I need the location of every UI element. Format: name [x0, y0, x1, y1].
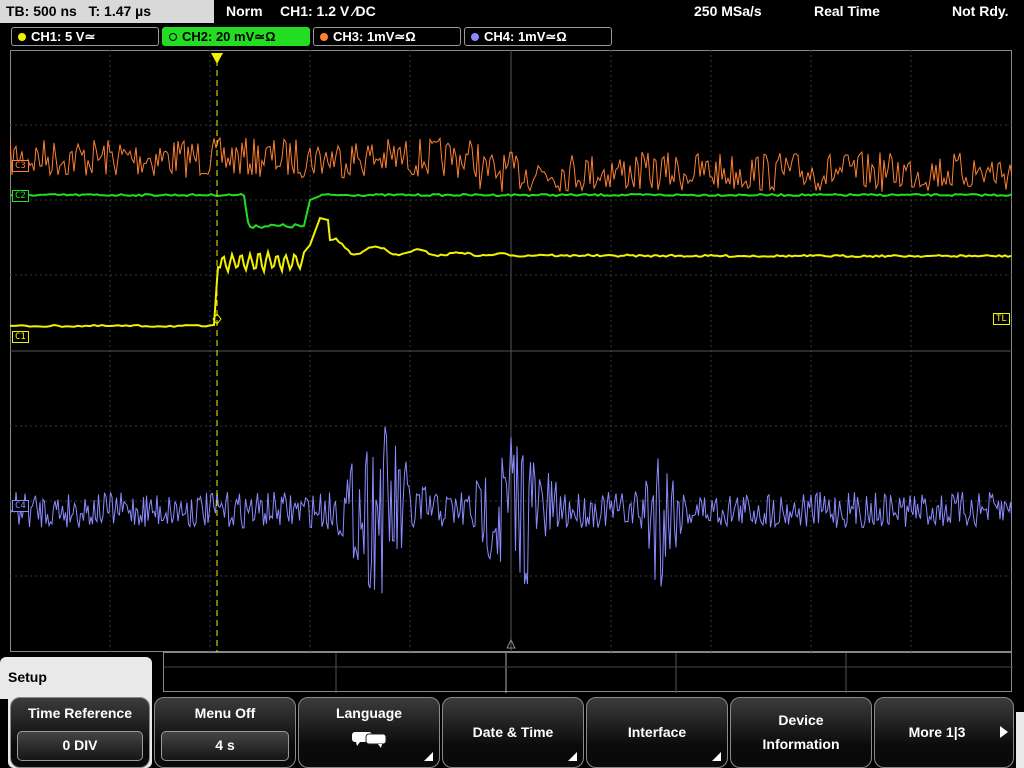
- menu-off-softkey[interactable]: Menu Off 4 s: [154, 697, 296, 768]
- more-softkey[interactable]: More 1|3: [874, 697, 1014, 768]
- trigger-level-marker[interactable]: TL: [993, 313, 1010, 325]
- device-info-label-line1: Device: [778, 712, 824, 728]
- ch1-label: CH1: 5 V≃: [31, 29, 96, 44]
- channel-tab-ch2[interactable]: CH2: 20 mV≃Ω: [162, 27, 310, 46]
- timebase-value: TB: 500 ns: [6, 3, 77, 19]
- interface-softkey[interactable]: Interface: [586, 697, 728, 768]
- device-information-softkey[interactable]: Device Information: [730, 697, 872, 768]
- ch2-label: CH2: 20 mV≃Ω: [182, 29, 276, 44]
- grid-lines: [10, 50, 1012, 652]
- trigger-position-value: T: 1.47 µs: [88, 3, 152, 19]
- submenu-indicator-icon: [568, 752, 577, 761]
- softkey-scroll-edge: [1016, 712, 1024, 768]
- ch1-offset-marker[interactable]: C1: [12, 331, 29, 343]
- ch1-color-dot: [18, 33, 26, 41]
- trigger-position-icon[interactable]: [211, 53, 223, 64]
- acquisition-state: Not Rdy.: [952, 3, 1009, 19]
- timebase-display[interactable]: TB: 500 ns T: 1.47 µs: [0, 0, 214, 23]
- device-info-label-line2: Information: [762, 736, 840, 752]
- speech-bubbles-icon: [352, 732, 387, 748]
- date-time-label: Date & Time: [472, 724, 554, 740]
- ch2-offset-marker[interactable]: C2: [12, 190, 29, 202]
- interface-label: Interface: [627, 724, 687, 740]
- ch4-color-dot: [471, 33, 479, 41]
- time-reference-value: 0 DIV: [17, 731, 143, 761]
- menu-off-label: Menu Off: [194, 705, 256, 721]
- submenu-indicator-icon: [424, 752, 433, 761]
- ch3-color-dot: [320, 33, 328, 41]
- waveform-display: [10, 50, 1012, 652]
- language-softkey[interactable]: Language: [298, 697, 440, 768]
- channel-tab-ch3[interactable]: CH3: 1mV≃Ω: [313, 27, 461, 46]
- ch3-label: CH3: 1mV≃Ω: [333, 29, 416, 44]
- time-reference-softkey[interactable]: Time Reference 0 DIV: [10, 697, 150, 768]
- menu-off-value: 4 s: [161, 731, 289, 761]
- ch3-offset-marker[interactable]: C3: [12, 160, 29, 172]
- submenu-indicator-icon: [712, 752, 721, 761]
- ch4-label: CH4: 1mV≃Ω: [484, 29, 567, 44]
- status-bar: Norm CH1: 1.2 V ∕DC 250 MSa/s Real Time …: [216, 0, 1024, 23]
- menu-title-tab: Setup: [0, 657, 152, 699]
- time-reference-label: Time Reference: [27, 705, 132, 721]
- trigger-info[interactable]: CH1: 1.2 V ∕DC: [280, 0, 376, 23]
- zoom-overview-strip[interactable]: [163, 652, 1013, 693]
- acquisition-mode: Real Time: [814, 3, 880, 19]
- ch4-offset-marker[interactable]: C4: [12, 500, 29, 512]
- sample-rate: 250 MSa/s: [694, 3, 762, 19]
- next-page-icon: [1000, 726, 1008, 738]
- channel-tab-ch1[interactable]: CH1: 5 V≃: [11, 27, 159, 46]
- channel-tab-ch4[interactable]: CH4: 1mV≃Ω: [464, 27, 612, 46]
- language-label: Language: [335, 705, 403, 721]
- ch2-color-dot: [169, 33, 177, 41]
- date-time-softkey[interactable]: Date & Time: [442, 697, 584, 768]
- more-label: More 1|3: [908, 724, 966, 740]
- trigger-mode[interactable]: Norm: [226, 0, 263, 23]
